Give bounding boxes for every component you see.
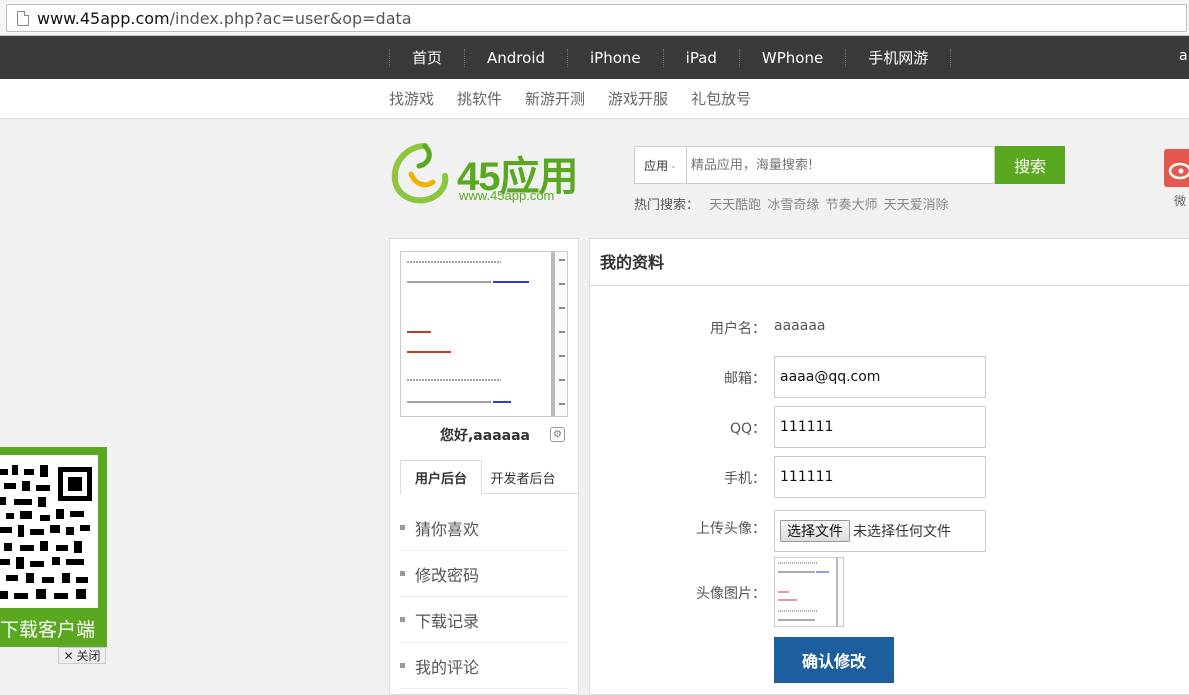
logo-leaf-icon (391, 143, 449, 204)
hot-keyword[interactable]: 天天爱消除 (884, 198, 949, 213)
avatar-image-label: 头像图片： (696, 586, 766, 602)
upload-avatar-label: 上传头像： (696, 521, 766, 537)
qq-label: QQ： (729, 421, 766, 437)
weibo-label: 微 (1174, 194, 1187, 208)
qr-close-button[interactable]: ✕ 关闭 (58, 647, 106, 664)
qr-code-icon (0, 455, 98, 608)
sidebar-menu: 猜你喜欢 修改密码 下载记录 我的评论 (400, 505, 568, 689)
close-icon: ✕ (63, 648, 74, 663)
browser-address-bar: www.45app.com/index.php?ac=user&op=data (0, 0, 1189, 36)
logo-subtitle: www.45app.com (459, 188, 555, 203)
subnav-pick-software[interactable]: 挑软件 (457, 88, 502, 109)
file-status: 未选择任何文件 (853, 524, 951, 540)
page-icon (17, 10, 29, 26)
tab-user-backend[interactable]: 用户后台 (400, 460, 482, 495)
chevron-down-icon: ⌄ (670, 160, 677, 170)
profile-panel: 我的资料 用户名： aaaaaa 邮箱： QQ： 手机： 上传头像： 选择文件 … (589, 238, 1189, 695)
subnav-new-games-test[interactable]: 新游开测 (525, 88, 585, 109)
sidebar-item-change-password[interactable]: 修改密码 (400, 551, 568, 597)
phone-label: 手机： (724, 471, 766, 487)
weibo-icon[interactable] (1164, 149, 1189, 187)
tab-developer-backend[interactable]: 开发者后台 (482, 460, 564, 494)
gear-icon[interactable]: ⚙ (550, 427, 565, 442)
phone-field[interactable] (774, 456, 986, 498)
username-value: aaaaaa (774, 318, 826, 334)
nav-item-ipad[interactable]: iPad (664, 49, 739, 67)
subnav-game-servers[interactable]: 游戏开服 (608, 88, 668, 109)
hot-keyword[interactable]: 节奏大师 (825, 198, 877, 213)
username-label: 用户名： (710, 321, 766, 337)
nav-item-android[interactable]: Android (465, 49, 567, 67)
bullet-icon (400, 663, 405, 668)
bullet-icon (400, 617, 405, 622)
subnav-gift-codes[interactable]: 礼包放号 (691, 88, 751, 109)
email-field[interactable] (774, 356, 986, 398)
search-button[interactable]: 搜索 (995, 146, 1065, 184)
sidebar-item-my-comments[interactable]: 我的评论 (400, 643, 568, 689)
user-sidebar: 您好,aaaaaa ⚙ 用户后台 开发者后台 猜你喜欢 修改密码 下载记录 我的… (389, 238, 580, 695)
email-label: 邮箱： (724, 371, 766, 387)
sidebar-item-download-history[interactable]: 下载记录 (400, 597, 568, 643)
search-bar: 应用⌄ 搜索 (634, 146, 1065, 184)
nav-item-home[interactable]: 首页 (390, 47, 464, 68)
avatar (400, 251, 568, 417)
avatar-preview (774, 557, 844, 627)
sidebar-item-guess-you-like[interactable]: 猜你喜欢 (400, 505, 568, 551)
qr-download-panel[interactable]: 扫描下载客户端 (0, 447, 107, 647)
confirm-button[interactable]: 确认修改 (774, 637, 894, 683)
bullet-icon (400, 571, 405, 576)
user-link[interactable]: a (1179, 48, 1189, 64)
site-logo[interactable]: 45应用 www.45app.com (389, 140, 579, 210)
search-input[interactable] (685, 146, 996, 184)
hot-searches: 热门搜索： 天天酷跑 冰雪奇缘 节奏大师 天天爱消除 (634, 194, 951, 213)
qq-field[interactable] (774, 406, 986, 448)
bullet-icon (400, 525, 405, 530)
nav-item-mobile-games[interactable]: 手机网游 (846, 47, 950, 68)
top-nav: 首页 Android iPhone iPad WPhone 手机网游 a (0, 36, 1189, 79)
nav-item-iphone[interactable]: iPhone (568, 49, 663, 67)
avatar-file-input: 选择文件 未选择任何文件 (774, 510, 986, 552)
page-title: 我的资料 (590, 239, 1189, 286)
search-category-select[interactable]: 应用 ⌄ (634, 146, 686, 184)
qr-label: 扫描下载客户端 (0, 619, 96, 641)
hot-keyword[interactable]: 冰雪奇缘 (767, 198, 819, 213)
hot-keyword[interactable]: 天天酷跑 (709, 198, 761, 213)
url-text[interactable]: www.45app.com/index.php?ac=user&op=data (37, 9, 412, 28)
sidebar-tabs: 用户后台 开发者后台 (400, 460, 580, 495)
hot-search-label: 热门搜索： (634, 198, 700, 213)
sub-nav: 找游戏 挑软件 新游开测 游戏开服 礼包放号 (0, 79, 1189, 119)
nav-separator (950, 48, 952, 67)
subnav-find-games[interactable]: 找游戏 (389, 88, 434, 109)
url-field[interactable]: www.45app.com/index.php?ac=user&op=data (6, 4, 1187, 32)
choose-file-button[interactable]: 选择文件 (780, 520, 850, 542)
nav-item-wphone[interactable]: WPhone (740, 49, 845, 67)
